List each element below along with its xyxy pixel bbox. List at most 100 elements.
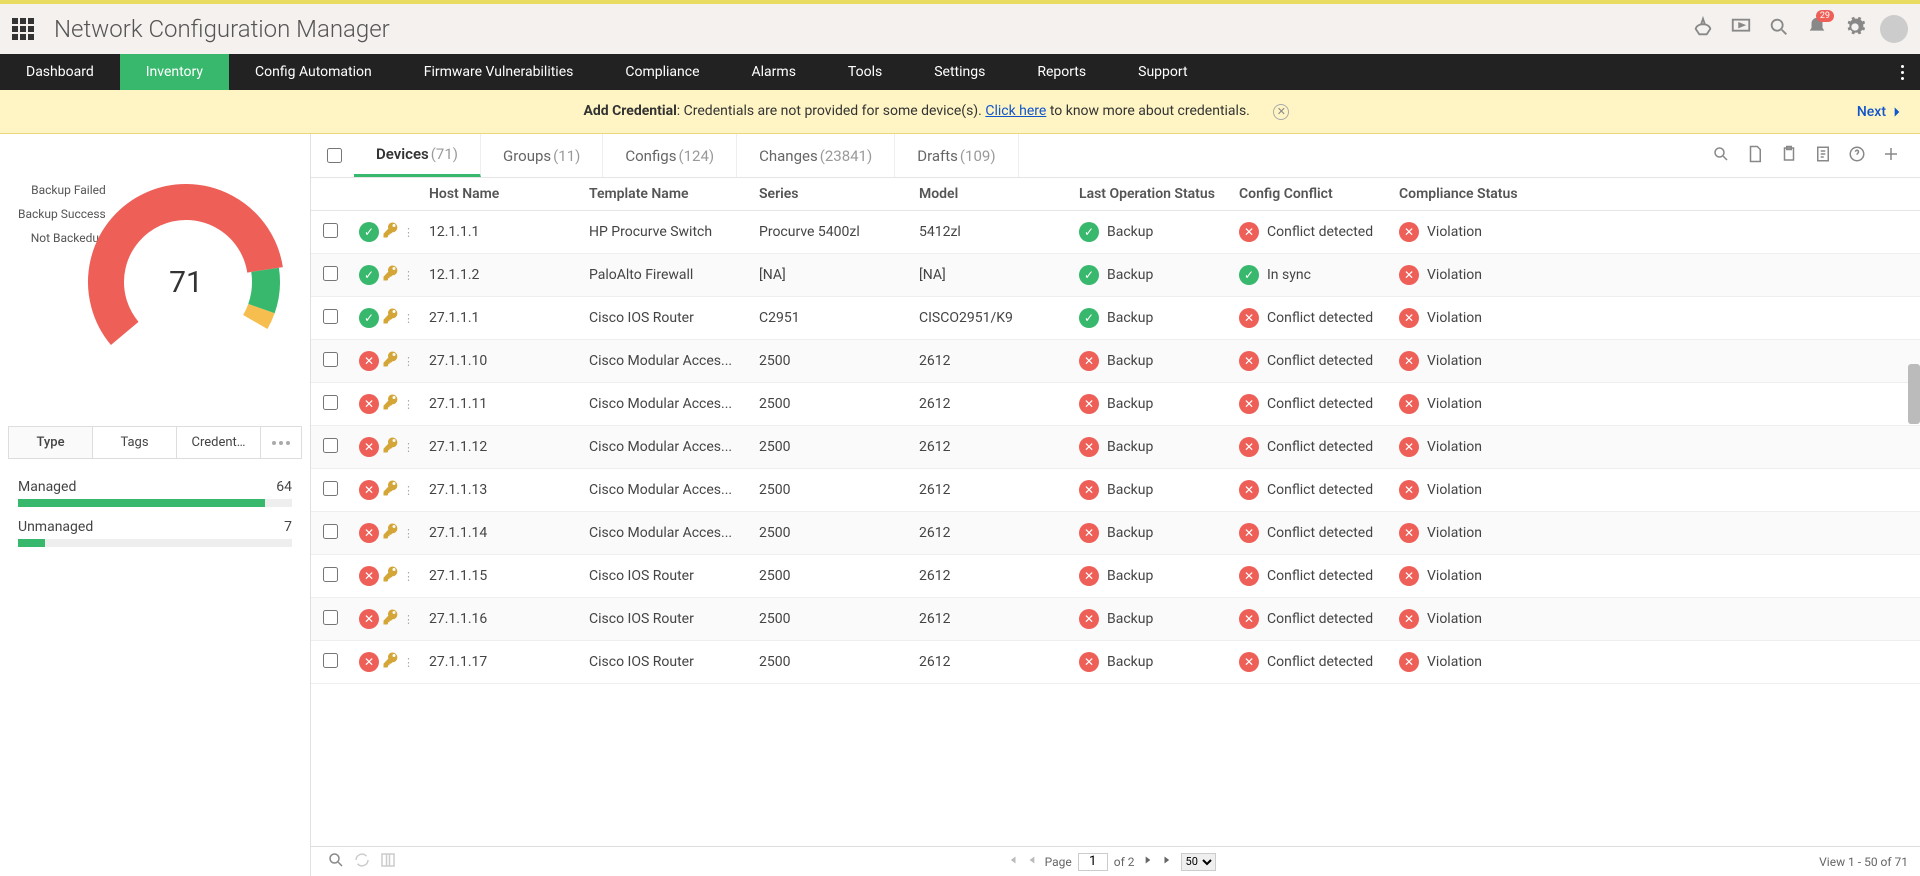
table-row[interactable]: ✕⋮ 27.1.1.13 Cisco Modular Acces... 2500…: [311, 469, 1920, 512]
nav-tools[interactable]: Tools: [822, 54, 908, 90]
tab-changes[interactable]: Changes (23841): [737, 134, 895, 177]
nav-alarms[interactable]: Alarms: [726, 54, 822, 90]
nav-dashboard[interactable]: Dashboard: [0, 54, 120, 90]
cell-model: 2612: [919, 568, 1079, 584]
row-checkbox[interactable]: [323, 309, 338, 324]
table-row[interactable]: ✕⋮ 27.1.1.11 Cisco Modular Acces... 2500…: [311, 383, 1920, 426]
plus-icon[interactable]: [1882, 145, 1900, 167]
filter-tab-type[interactable]: Type: [9, 427, 93, 458]
presentation-icon[interactable]: [1730, 16, 1752, 42]
tab-configs[interactable]: Configs (124): [603, 134, 737, 177]
next-page-icon[interactable]: [1141, 853, 1155, 870]
row-checkbox[interactable]: [323, 653, 338, 668]
filter-tab-credent[interactable]: Credent…: [177, 427, 261, 458]
search-icon[interactable]: [1768, 16, 1790, 42]
table-row[interactable]: ✕⋮ 27.1.1.10 Cisco Modular Acces... 2500…: [311, 340, 1920, 383]
compliance-status-icon: ✕: [1399, 308, 1419, 328]
op-status-icon: ✓: [1079, 265, 1099, 285]
columns-icon[interactable]: [379, 851, 397, 872]
row-checkbox[interactable]: [323, 610, 338, 625]
nav-inventory[interactable]: Inventory: [120, 54, 229, 90]
col-compliance[interactable]: Compliance Status: [1399, 186, 1539, 202]
stat-managed[interactable]: Managed64: [18, 479, 292, 507]
conflict-status-icon: ✕: [1239, 308, 1259, 328]
search-icon[interactable]: [327, 851, 345, 872]
nav-settings[interactable]: Settings: [908, 54, 1011, 90]
table-row[interactable]: ✕⋮ 27.1.1.14 Cisco Modular Acces... 2500…: [311, 512, 1920, 555]
help-icon[interactable]: [1848, 145, 1866, 167]
status-icon: ✕: [359, 351, 379, 371]
col-model[interactable]: Model: [919, 186, 1079, 202]
conflict-status-icon: ✕: [1239, 652, 1259, 672]
page-input[interactable]: [1078, 853, 1108, 871]
filter-tab-tags[interactable]: Tags: [93, 427, 177, 458]
op-status-icon: ✕: [1079, 652, 1099, 672]
table-row[interactable]: ✓⋮ 12.1.1.2 PaloAlto Firewall [NA] [NA] …: [311, 254, 1920, 297]
table-row[interactable]: ✕⋮ 27.1.1.12 Cisco Modular Acces... 2500…: [311, 426, 1920, 469]
clipboard-icon[interactable]: [1780, 145, 1798, 167]
prev-page-icon[interactable]: [1025, 853, 1039, 870]
row-checkbox[interactable]: [323, 266, 338, 281]
cell-host: 27.1.1.17: [429, 654, 589, 670]
cell-template: Cisco IOS Router: [589, 611, 759, 627]
row-checkbox[interactable]: [323, 352, 338, 367]
col-last-op[interactable]: Last Operation Status: [1079, 186, 1239, 202]
scrollbar[interactable]: [1908, 364, 1920, 424]
apps-menu-icon[interactable]: [12, 18, 34, 40]
first-page-icon[interactable]: [1005, 853, 1019, 870]
search-icon[interactable]: [1712, 145, 1730, 167]
tab-devices[interactable]: Devices (71): [354, 134, 481, 177]
row-checkbox[interactable]: [323, 481, 338, 496]
col-hostname[interactable]: Host Name: [429, 186, 589, 202]
tab-groups[interactable]: Groups (11): [481, 134, 603, 177]
cell-op: Backup: [1107, 439, 1153, 455]
banner-link[interactable]: Click here: [985, 103, 1046, 119]
avatar[interactable]: [1880, 15, 1908, 43]
document-icon[interactable]: [1814, 145, 1832, 167]
nav-compliance[interactable]: Compliance: [599, 54, 725, 90]
close-icon[interactable]: ✕: [1273, 104, 1289, 120]
more-icon[interactable]: [261, 427, 301, 458]
select-all-checkbox[interactable]: [327, 148, 342, 163]
nav-config-automation[interactable]: Config Automation: [229, 54, 398, 90]
compliance-status-icon: ✕: [1399, 609, 1419, 629]
table-row[interactable]: ✕⋮ 27.1.1.17 Cisco IOS Router 2500 2612 …: [311, 641, 1920, 684]
row-checkbox[interactable]: [323, 223, 338, 238]
gear-icon[interactable]: [1844, 16, 1866, 42]
cell-host: 27.1.1.15: [429, 568, 589, 584]
key-icon: [382, 307, 400, 329]
bell-icon[interactable]: 29: [1806, 16, 1828, 42]
pdf-export-icon[interactable]: [1746, 145, 1764, 167]
stat-unmanaged[interactable]: Unmanaged7: [18, 519, 292, 547]
row-checkbox[interactable]: [323, 438, 338, 453]
last-page-icon[interactable]: [1161, 853, 1175, 870]
nav-support[interactable]: Support: [1112, 54, 1213, 90]
cell-model: 2612: [919, 353, 1079, 369]
tab-drafts[interactable]: Drafts (109): [895, 134, 1018, 177]
table-row[interactable]: ✓⋮ 12.1.1.1 HP Procurve Switch Procurve …: [311, 211, 1920, 254]
rocket-icon[interactable]: [1692, 16, 1714, 42]
table-row[interactable]: ✓⋮ 27.1.1.1 Cisco IOS Router C2951 CISCO…: [311, 297, 1920, 340]
table-row[interactable]: ✕⋮ 27.1.1.16 Cisco IOS Router 2500 2612 …: [311, 598, 1920, 641]
table-row[interactable]: ✕⋮ 27.1.1.15 Cisco IOS Router 2500 2612 …: [311, 555, 1920, 598]
cell-op: Backup: [1107, 568, 1153, 584]
conflict-status-icon: ✕: [1239, 351, 1259, 371]
page-size-select[interactable]: 50: [1181, 853, 1216, 871]
cell-compliance: Violation: [1427, 224, 1482, 240]
row-checkbox[interactable]: [323, 524, 338, 539]
compliance-status-icon: ✕: [1399, 523, 1419, 543]
compliance-status-icon: ✕: [1399, 652, 1419, 672]
nav-firmware-vulnerabilities[interactable]: Firmware Vulnerabilities: [398, 54, 600, 90]
row-checkbox[interactable]: [323, 567, 338, 582]
row-checkbox[interactable]: [323, 395, 338, 410]
refresh-icon[interactable]: [353, 851, 371, 872]
compliance-status-icon: ✕: [1399, 566, 1419, 586]
col-template[interactable]: Template Name: [589, 186, 759, 202]
nav-overflow-icon[interactable]: [1884, 54, 1920, 90]
op-status-icon: ✓: [1079, 222, 1099, 242]
col-series[interactable]: Series: [759, 186, 919, 202]
nav-reports[interactable]: Reports: [1011, 54, 1112, 90]
col-config-conflict[interactable]: Config Conflict: [1239, 186, 1399, 202]
next-button[interactable]: Next: [1857, 104, 1904, 120]
cell-series: 2500: [759, 482, 919, 498]
